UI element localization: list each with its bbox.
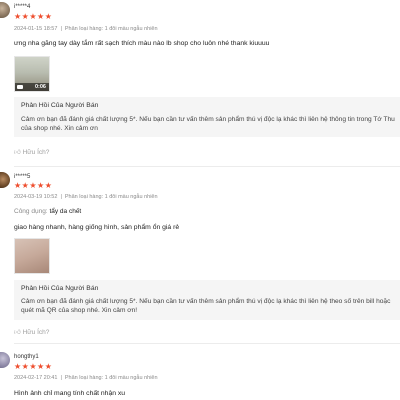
meta-separator: | — [60, 194, 62, 200]
helpful-button[interactable]: 👍︎ Hữu Ích? — [14, 328, 49, 336]
review-video-thumbnail[interactable]: 0:06 — [14, 56, 50, 92]
review-date: 2024-02-17 20:41 — [14, 375, 58, 381]
helpful-label: Hữu Ích? — [22, 149, 50, 156]
avatar[interactable] — [0, 172, 10, 188]
video-duration: 0:06 — [34, 84, 46, 90]
meta-separator: | — [60, 26, 62, 32]
reviewer-username[interactable]: hongthy1 — [14, 354, 39, 360]
review-item: i*****4 ★★★★★ 2024-01-15 18:57 | Phân loại… — [0, 0, 400, 170]
seller-reply-text-line2: quét mã QR của shop nhé. Xin cảm ơn! — [21, 307, 138, 314]
avatar[interactable] — [0, 352, 10, 368]
video-camera-icon — [17, 85, 23, 89]
review-meta: 2024-01-15 18:57 | Phân loại hàng: 1 đôi m… — [14, 26, 158, 32]
review-comment: Hình ảnh chỉ mang tính chất nhận xu — [14, 390, 126, 397]
review-meta: 2024-03-19 10:52 | Phân loại hàng: 1 đôi m… — [14, 194, 158, 200]
avatar[interactable] — [0, 2, 10, 18]
thumbs-up-icon: 👍︎ — [14, 149, 23, 156]
seller-reply-text-line2: của shop nhé. Xin cảm ơn — [21, 125, 98, 132]
review-photo-thumbnail[interactable] — [14, 238, 50, 274]
seller-reply-box: Phản Hồi Của Người Bán Cảm ơn bạn đã đán… — [14, 280, 400, 320]
helpful-button[interactable]: 👍︎ Hữu Ích? — [14, 148, 49, 156]
review-meta: 2024-02-17 20:41 | Phân loại hàng: 1 đôi m… — [14, 375, 158, 381]
review-date: 2024-01-15 18:57 — [14, 26, 58, 32]
seller-reply-box: Phản Hồi Của Người Bán Cảm ơn bạn đã đán… — [14, 97, 400, 137]
seller-reply-title: Phản Hồi Của Người Bán — [21, 285, 99, 292]
review-item: hongthy1 ★★★★★ 2024-02-17 20:41 | Phân loạ… — [0, 344, 400, 400]
review-comment: giao hàng nhanh, hàng giống hình, sản ph… — [14, 224, 180, 231]
star-rating: ★★★★★ — [14, 362, 53, 371]
attribute-value: tẩy da chết — [49, 208, 82, 215]
star-rating: ★★★★★ — [14, 181, 53, 190]
review-attribute: Công dụng: tẩy da chết — [14, 208, 81, 215]
thumbs-up-icon: 👍︎ — [14, 329, 23, 336]
variant-label: Phân loại hàng: 1 đôi màu ngẫu nhiên — [64, 375, 158, 381]
review-comment: ưng nha găng tay dày tắm rất sạch thích … — [14, 40, 270, 47]
review-divider — [14, 166, 400, 167]
variant-label: Phân loại hàng: 1 đôi màu ngẫu nhiên — [64, 194, 158, 200]
reviewer-username[interactable]: i*****5 — [14, 174, 30, 180]
variant-label: Phân loại hàng: 1 đôi màu ngẫu nhiên — [64, 26, 158, 32]
reviewer-username[interactable]: i*****4 — [14, 4, 30, 10]
review-item: i*****5 ★★★★★ 2024-03-19 10:52 | Phân loại… — [0, 170, 400, 344]
meta-separator: | — [60, 375, 62, 381]
star-rating: ★★★★★ — [14, 12, 53, 21]
attribute-label: Công dụng: — [14, 208, 48, 215]
review-date: 2024-03-19 10:52 — [14, 194, 58, 200]
helpful-label: Hữu Ích? — [22, 329, 50, 336]
seller-reply-title: Phản Hồi Của Người Bán — [21, 102, 99, 109]
